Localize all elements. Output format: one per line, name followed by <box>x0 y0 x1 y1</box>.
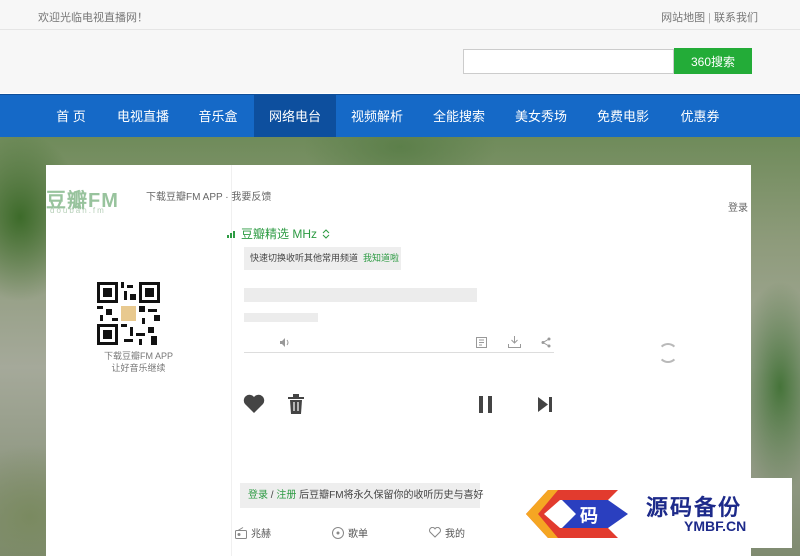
heart-outline-icon <box>429 527 441 538</box>
nav-item-home[interactable]: 首 页 <box>38 95 104 138</box>
channel-name: 豆瓣精选 MHz <box>241 227 317 241</box>
pane-divider <box>231 165 232 556</box>
nav-item-tv-live[interactable]: 电视直播 <box>104 95 182 138</box>
ymbf-subtitle: YMBF.CN <box>684 518 747 534</box>
volume-icon[interactable] <box>280 338 291 347</box>
search-input[interactable] <box>463 49 674 74</box>
channel-tip: 快速切换收听其他常用频道 我知道啦 <box>244 247 401 270</box>
login-save-tip: 登录 / 注册 后豆瓣FM将永久保留你的收听历史与喜好 <box>240 483 484 508</box>
top-links: 网站地图 | 联系我们 <box>661 9 758 25</box>
channel-tip-text: 快速切换收听其他常用频道 <box>250 253 359 263</box>
lyrics-icon[interactable] <box>476 337 487 348</box>
nav-item-video-parse[interactable]: 视频解析 <box>336 95 418 138</box>
nav-item-music-box[interactable]: 音乐盒 <box>182 95 254 138</box>
progress-bar[interactable] <box>244 352 554 353</box>
like-heart-icon[interactable] <box>243 394 265 414</box>
bottom-nav-mine[interactable]: 我的 <box>429 525 465 540</box>
share-icon[interactable] <box>541 337 551 348</box>
bottom-nav-songlist-label: 歌单 <box>348 529 368 540</box>
signal-icon <box>227 231 235 238</box>
contact-link[interactable]: 联系我们 <box>714 12 758 24</box>
top-bar: 欢迎光临电视直播网！ 网站地图 | 联系我们 <box>0 0 800 30</box>
ymbf-watermark: 码 源码备份 YMBF.CN <box>506 478 792 548</box>
bottom-nav-mine-label: 我的 <box>445 529 465 540</box>
header: 360搜索 <box>0 30 800 93</box>
ymbf-logo-glyph: 码 <box>580 506 598 527</box>
nav-item-beauty-show[interactable]: 美女秀场 <box>500 95 582 138</box>
player-top-links[interactable]: 下载豆瓣FM APP · 我要反馈 <box>146 188 271 203</box>
songlist-icon <box>332 526 344 539</box>
search-button[interactable]: 360搜索 <box>674 48 752 74</box>
trash-icon[interactable] <box>287 394 305 414</box>
download-icon[interactable] <box>508 336 521 348</box>
sitemap-link[interactable]: 网站地图 <box>661 12 705 24</box>
save-tip-register-link[interactable]: 注册 <box>276 490 296 501</box>
qr-caption-continue: 让好音乐继续 <box>111 363 166 373</box>
nav-item-coupons[interactable]: 优惠券 <box>664 95 736 138</box>
bottom-nav-mhz[interactable]: 兆赫 <box>235 525 271 540</box>
channel-selector[interactable]: 豆瓣精选 MHz <box>227 225 330 242</box>
radio-icon <box>235 526 247 539</box>
ymbf-logo-icon: 码 <box>526 490 628 538</box>
song-title-placeholder <box>244 288 477 302</box>
next-track-icon[interactable] <box>538 397 553 412</box>
got-it-link[interactable]: 我知道啦 <box>363 253 399 263</box>
qr-code-icon <box>97 282 160 345</box>
douban-fm-logo-sub: douban.fm <box>50 206 106 215</box>
nav-item-web-radio[interactable]: 网络电台 <box>254 95 336 138</box>
bottom-nav-songlist[interactable]: 歌单 <box>332 525 368 540</box>
artist-placeholder <box>244 313 318 322</box>
top-link-separator: | <box>708 12 711 24</box>
welcome-text: 欢迎光临电视直播网！ <box>38 12 148 24</box>
loading-spinner-icon <box>658 343 678 363</box>
main-nav: 首 页 电视直播 音乐盒 网络电台 视频解析 全能搜索 美女秀场 免费电影 优惠… <box>0 94 800 138</box>
player-login-link[interactable]: 登录 <box>728 199 748 214</box>
nav-item-all-search[interactable]: 全能搜索 <box>418 95 500 138</box>
bottom-nav-mhz-label: 兆赫 <box>251 529 271 540</box>
switch-arrows-icon[interactable] <box>322 228 330 239</box>
pause-icon[interactable] <box>478 396 494 413</box>
save-tip-login-link[interactable]: 登录 <box>248 490 268 501</box>
nav-item-free-movie[interactable]: 免费电影 <box>582 95 664 138</box>
save-tip-text: 后豆瓣FM将永久保留你的收听历史与喜好 <box>296 490 484 501</box>
